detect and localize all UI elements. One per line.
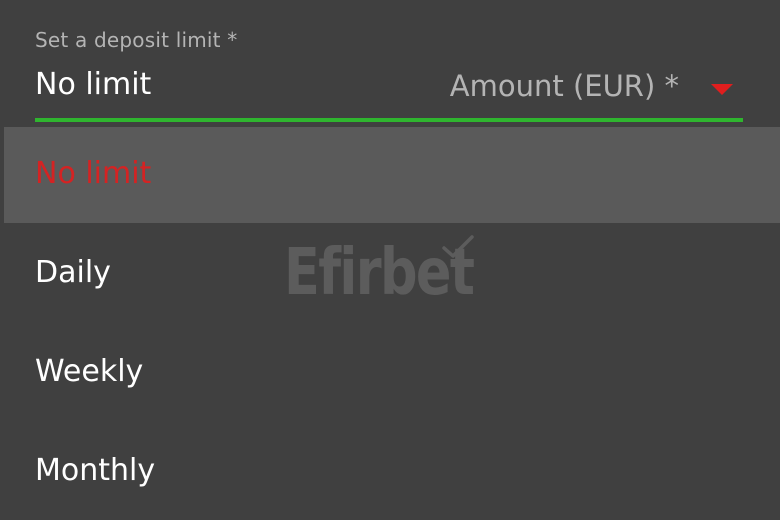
option-label: No limit — [35, 156, 152, 191]
option-weekly[interactable]: Weekly — [4, 325, 780, 421]
option-label: Daily — [35, 255, 111, 290]
option-monthly[interactable]: Monthly — [4, 424, 780, 520]
deposit-limit-dropdown: No limit Daily Weekly Monthly — [4, 127, 780, 504]
caret-down-icon[interactable] — [711, 84, 733, 95]
option-label: Monthly — [35, 453, 156, 488]
option-daily[interactable]: Daily — [4, 226, 780, 322]
option-label: Weekly — [35, 354, 144, 389]
selected-value: No limit — [35, 67, 152, 102]
select-underline — [35, 118, 743, 122]
option-no-limit[interactable]: No limit — [4, 127, 780, 223]
deposit-limit-select[interactable]: No limit Amount (EUR) * — [35, 64, 743, 122]
amount-label: Amount (EUR) * — [449, 69, 679, 103]
deposit-limit-label: Set a deposit limit * — [35, 28, 238, 52]
